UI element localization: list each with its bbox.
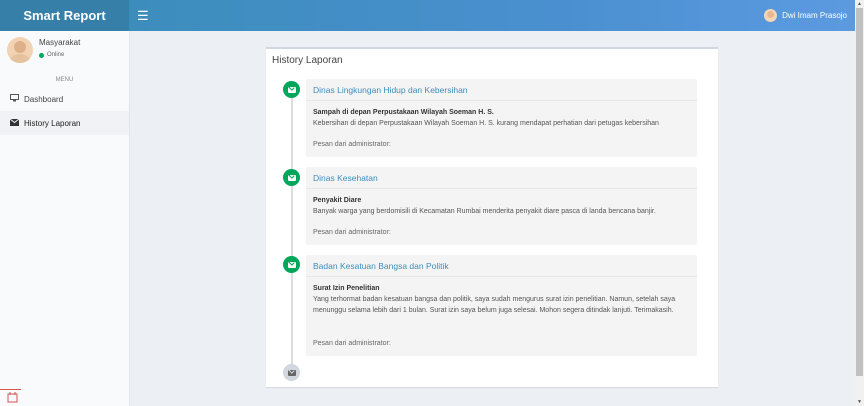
user-status-label: Online [47,52,65,58]
user-menu[interactable]: Dwi Imam Prasojo [764,0,847,31]
timeline-footer: Pesan dari administrator: [313,141,391,148]
timeline-subject: Sampah di depan Perpustakaan Wilayah Soe… [313,109,494,116]
user-menu-name: Dwi Imam Prasojo [782,11,847,20]
timeline-message: Yang terhormat badan kesatuan bangsa dan… [313,296,676,314]
avatar [7,37,33,63]
timeline-item: Dinas Kesehatan Penyakit Diare Banyak wa… [306,167,697,245]
divider [0,389,21,390]
scroll-up-icon[interactable]: ▲ [857,1,862,7]
envelope-icon [9,118,20,128]
bars-icon[interactable]: ☰ [137,8,149,24]
timeline-message: Kebersihan di depan Perpustakaan Wilayah… [313,120,659,127]
envelope-icon [283,169,300,186]
navbar: ☰ Dwi Imam Prasojo [129,0,855,31]
sidebar: Masyarakat Online MENU Dashboard History… [0,31,130,406]
user-status: Online [39,52,64,58]
online-dot-icon [39,52,44,58]
history-box: History Laporan Dinas Lingkungan Hidup d… [266,47,718,387]
timeline-message: Banyak warga yang berdomisili di Kecamat… [313,208,656,215]
envelope-icon [283,364,300,381]
brand-logo[interactable]: Smart Report [0,0,129,31]
scroll-thumb[interactable] [856,8,863,376]
sidebar-item-dashboard[interactable]: Dashboard [0,87,129,111]
envelope-icon [283,256,300,273]
scrollbar[interactable]: ▲ ▼ [855,0,864,406]
envelope-icon [283,81,300,98]
timeline-agency-link[interactable]: Badan Kesatuan Bangsa dan Politik [306,255,697,277]
user-panel-name: Masyarakat [39,38,81,47]
avatar [764,9,778,22]
sidebar-item-label: History Laporan [24,118,81,128]
timeline-agency-link[interactable]: Dinas Lingkungan Hidup dan Kebersihan [306,79,697,101]
timeline-item: Badan Kesatuan Bangsa dan Politik Surat … [306,255,697,356]
timeline-body: Penyakit Diare Banyak warga yang berdomi… [306,189,697,217]
timeline-item: Dinas Lingkungan Hidup dan Kebersihan Sa… [306,79,697,157]
timeline-line [291,89,293,374]
scroll-down-icon[interactable]: ▼ [857,399,862,405]
timeline-subject: Penyakit Diare [313,197,362,204]
sidebar-item-label: Dashboard [24,94,64,104]
menu-header: MENU [55,77,74,83]
page-title: History Laporan [272,55,343,66]
desktop-icon [9,94,20,104]
timeline-body: Surat Izin Penelitian Yang terhormat bad… [306,277,697,316]
top-navbar: Smart Report ☰ Dwi Imam Prasojo [0,0,855,31]
timeline-agency-link[interactable]: Dinas Kesehatan [306,167,697,189]
sidebar-item-history-laporan[interactable]: History Laporan [0,111,129,135]
timeline-footer: Pesan dari administrator: [313,340,391,347]
timeline-subject: Surat Izin Penelitian [313,285,380,292]
app-icon [7,392,19,404]
timeline-footer: Pesan dari administrator: [313,229,391,236]
user-panel: Masyarakat Online [0,31,129,71]
timeline-body: Sampah di depan Perpustakaan Wilayah Soe… [306,101,697,129]
